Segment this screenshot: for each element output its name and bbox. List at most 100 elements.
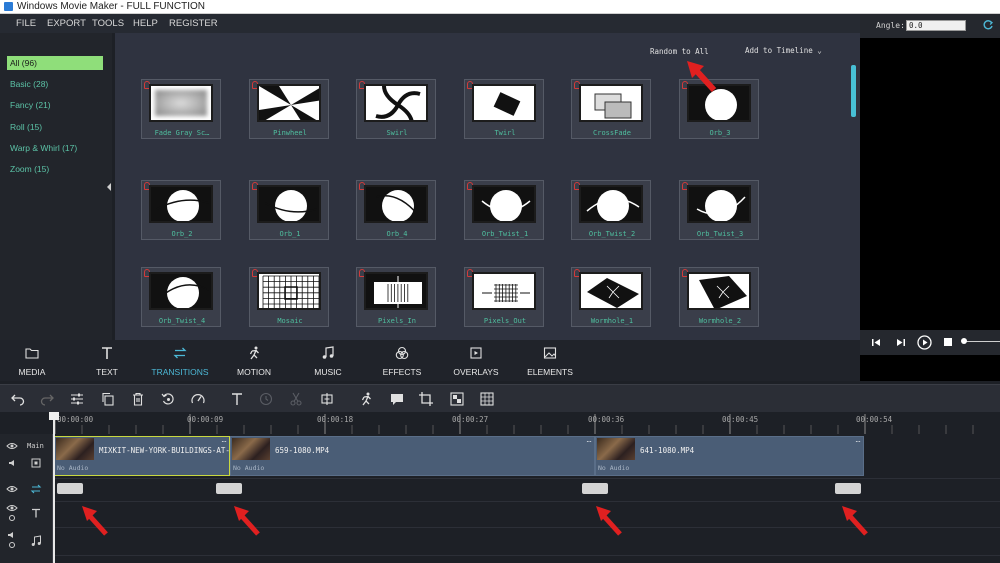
transition-label: Pixels_Out [483, 317, 527, 325]
crop-icon[interactable] [418, 391, 434, 407]
clock-icon[interactable] [258, 391, 274, 407]
category-warp-whirl[interactable]: Warp & Whirl (17) [7, 141, 103, 155]
transitions-icon [173, 347, 187, 359]
tab-transitions[interactable]: TRANSITIONS [145, 340, 215, 381]
undo-icon[interactable] [10, 391, 26, 407]
transition-tile[interactable]: Wormhole_1 [571, 267, 651, 327]
text-tool-icon[interactable] [229, 391, 245, 407]
transition-tile[interactable]: Mosaic [249, 267, 329, 327]
grid-icon[interactable] [479, 391, 495, 407]
preview-scrubber[interactable] [966, 341, 1000, 342]
clip-more-button[interactable]: ··· [855, 437, 861, 446]
menu-export[interactable]: EXPORT [47, 14, 86, 33]
tab-music[interactable]: MUSIC [296, 340, 360, 381]
category-panel: All (96) Basic (28) Fancy (21) Roll (15)… [0, 33, 112, 340]
tab-media[interactable]: MEDIA [0, 340, 64, 381]
clip-more-button[interactable]: ··· [221, 437, 227, 446]
transition-tile[interactable]: Pixels_Out [464, 267, 544, 327]
category-zoom[interactable]: Zoom (15) [7, 162, 103, 176]
transition-chip[interactable] [216, 483, 242, 494]
scrubber-handle[interactable] [961, 338, 967, 344]
category-fancy[interactable]: Fancy (21) [7, 98, 103, 112]
video-clip[interactable]: 659-1080.MP4 No Audio ··· [230, 436, 595, 476]
transition-tile[interactable]: Orb_Twist_2 [571, 180, 651, 240]
rotate-icon[interactable] [160, 391, 176, 407]
settings-icon[interactable] [69, 391, 85, 407]
delete-icon[interactable] [130, 391, 146, 407]
transition-tile[interactable]: Orb_4 [356, 180, 436, 240]
transition-tile[interactable]: CrossFade [571, 79, 651, 139]
tab-text[interactable]: TEXT [75, 340, 139, 381]
ruler-label: 00:00:45 [722, 415, 759, 424]
redo-icon[interactable] [39, 391, 55, 407]
transition-tile[interactable]: Swirl [356, 79, 436, 139]
copy-icon[interactable] [100, 391, 116, 407]
transition-tile[interactable]: Orb_1 [249, 180, 329, 240]
play-icon[interactable] [917, 335, 932, 350]
app-icon [4, 1, 13, 11]
menu-tools[interactable]: TOOLS [92, 14, 124, 33]
caption-icon[interactable] [389, 391, 405, 407]
transition-tile[interactable]: Pinwheel [249, 79, 329, 139]
transition-tile[interactable]: Orb_Twist_1 [464, 180, 544, 240]
collapse-panel-arrow-icon[interactable] [107, 183, 111, 191]
video-clip[interactable]: MIXKIT-NEW-YORK-BUILDINGS-AT- No Audio ·… [54, 436, 230, 476]
next-frame-icon[interactable] [896, 338, 905, 347]
visibility-lock-icon[interactable] [6, 504, 18, 522]
eye-icon[interactable] [6, 442, 18, 450]
transition-thumbnail [257, 272, 321, 310]
transition-tile[interactable]: Pixels_In [356, 267, 436, 327]
clip-more-button[interactable]: ··· [586, 437, 592, 446]
angle-input[interactable]: 0.0 [906, 20, 966, 31]
transition-tile[interactable]: Orb_Twist_3 [679, 180, 759, 240]
previous-frame-icon[interactable] [872, 338, 881, 347]
window-titlebar: Windows Movie Maker - FULL FUNCTION [0, 0, 1000, 14]
playhead-handle[interactable] [49, 412, 59, 420]
tab-motion[interactable]: MOTION [222, 340, 286, 381]
transition-tile[interactable]: Twirl [464, 79, 544, 139]
tab-overlays[interactable]: OVERLAYS [444, 340, 508, 381]
transition-label: Orb_3 [709, 129, 731, 137]
transition-chip[interactable] [835, 483, 861, 494]
video-clip[interactable]: 641-1080.MP4 No Audio ··· [595, 436, 864, 476]
transition-tile[interactable]: Fade Gray Sc… [141, 79, 221, 139]
tab-label: ELEMENTS [527, 367, 573, 377]
motion-tool-icon[interactable] [358, 391, 374, 407]
speed-icon[interactable] [190, 391, 206, 407]
menu-register[interactable]: REGISTER [169, 14, 218, 33]
volume-lock-icon[interactable] [7, 531, 17, 549]
volume-icon[interactable] [8, 459, 16, 467]
mosaic-icon[interactable] [449, 391, 465, 407]
transition-tile[interactable]: Orb_Twist_4 [141, 267, 221, 327]
transition-thumbnail [149, 84, 213, 122]
category-roll[interactable]: Roll (15) [7, 120, 103, 134]
transition-thumbnail [687, 185, 751, 223]
tab-effects[interactable]: EFFECTS [370, 340, 434, 381]
resource-tab-bar: MEDIA TEXT TRANSITIONS MOTION MUSIC EFFE… [0, 340, 860, 381]
text-icon [102, 347, 112, 359]
category-basic[interactable]: Basic (28) [7, 77, 103, 91]
cut-icon[interactable] [288, 391, 304, 407]
reset-angle-icon[interactable] [982, 19, 994, 31]
playhead[interactable] [53, 412, 55, 563]
tab-elements[interactable]: ELEMENTS [518, 340, 582, 381]
transition-chip[interactable] [582, 483, 608, 494]
stop-icon[interactable] [944, 338, 952, 346]
transition-thumbnail [472, 272, 536, 310]
tab-label: MUSIC [314, 367, 342, 377]
transition-chip[interactable] [57, 483, 83, 494]
transition-tile[interactable]: Wormhole_2 [679, 267, 759, 327]
lock-icon[interactable] [31, 458, 41, 468]
eye-icon[interactable] [6, 485, 18, 493]
category-all[interactable]: All (96) [7, 56, 103, 70]
split-icon[interactable] [319, 391, 335, 407]
transition-tile[interactable]: Orb_2 [141, 180, 221, 240]
timeline-ruler[interactable]: 00:00:00 00:00:09 00:00:18 00:00:27 00:0… [0, 412, 1000, 434]
overlays-icon [470, 347, 482, 359]
menu-help[interactable]: HELP [133, 14, 158, 33]
add-to-timeline-button[interactable]: Add to Timeline ⌄ [745, 46, 822, 55]
menu-file[interactable]: FILE [16, 14, 36, 33]
effects-icon [395, 346, 409, 360]
random-to-all-button[interactable]: Random to All [650, 47, 709, 56]
library-scrollbar[interactable] [851, 65, 856, 117]
